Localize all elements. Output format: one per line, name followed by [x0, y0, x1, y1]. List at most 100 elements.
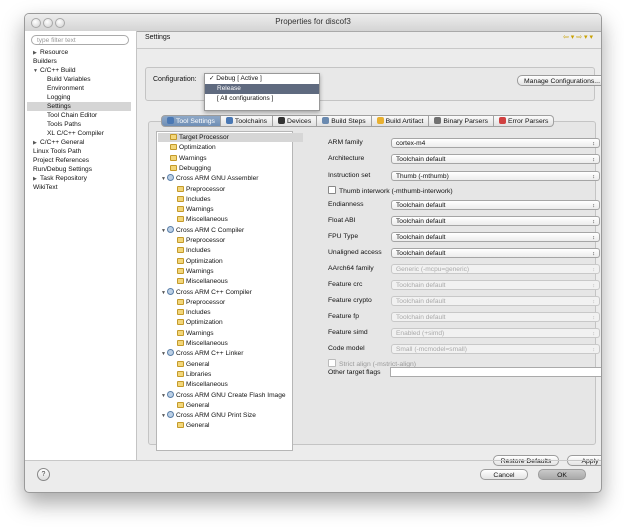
tree-node[interactable]: ▼ Cross ARM GNU Create Flash Image: [161, 390, 286, 400]
property-combo[interactable]: Toolchain default ↕: [391, 200, 600, 210]
property-combo[interactable]: Toolchain default ↕: [391, 216, 600, 226]
config-option-release[interactable]: Release: [205, 84, 319, 94]
sidebar-item-label: Tools Paths: [47, 121, 82, 128]
sidebar-item[interactable]: Run/Debug Settings: [27, 165, 131, 174]
sidebar-item[interactable]: Project References: [27, 156, 131, 165]
tool-gear-icon: [167, 287, 174, 295]
config-option-all[interactable]: [ All configurations ]: [205, 94, 319, 104]
configuration-dropdown-menu[interactable]: ✓ Debug [ Active ] Release [ All configu…: [204, 73, 320, 111]
sidebar-item[interactable]: Logging: [27, 93, 131, 102]
tree-node[interactable]: Target Processor: [158, 133, 303, 142]
tree-node[interactable]: Warnings: [177, 267, 214, 276]
tree-node[interactable]: ▼ Cross ARM GNU Print Size: [161, 411, 256, 420]
tree-node[interactable]: Miscellaneous: [177, 380, 228, 389]
tree-node-label: Optimization: [179, 144, 216, 152]
tree-node[interactable]: Optimization: [177, 257, 223, 266]
help-icon[interactable]: ?: [37, 468, 50, 481]
combo-value: Enabled (+simd): [396, 330, 445, 337]
tree-node[interactable]: Miscellaneous: [177, 339, 228, 348]
combo-value: Generic (-mcpu=generic): [396, 266, 470, 273]
tree-node[interactable]: Warnings: [177, 329, 214, 338]
sidebar-item[interactable]: Tool Chain Editor: [27, 111, 131, 120]
tree-node[interactable]: ▼ Cross ARM C++ Compiler: [161, 287, 252, 297]
tree-node[interactable]: Optimization: [170, 143, 216, 152]
tree-node[interactable]: ▼ Cross ARM GNU Assembler: [161, 174, 258, 183]
tree-node[interactable]: Optimization: [177, 318, 223, 327]
tree-node[interactable]: ▼ Cross ARM C++ Linker: [161, 349, 243, 358]
tree-node[interactable]: Miscellaneous: [177, 215, 228, 224]
property-combo[interactable]: cortex-m4 ↕: [391, 138, 600, 148]
tab-devices[interactable]: Devices: [273, 115, 318, 127]
sidebar-item[interactable]: WikiText: [27, 183, 131, 192]
property-combo[interactable]: Thumb (-mthumb) ↕: [391, 171, 600, 181]
sidebar-item[interactable]: Builders: [27, 57, 131, 66]
ok-button[interactable]: OK: [538, 469, 586, 480]
settings-page-icon: [170, 134, 177, 140]
sidebar-item-label: WikiText: [33, 184, 58, 191]
history-nav-arrows[interactable]: ⇦ ▾ ⇨ ▾ ▾: [563, 33, 593, 41]
settings-page-icon: [170, 164, 177, 171]
header-divider: [137, 48, 601, 49]
tree-node-label: Cross ARM C Compiler: [176, 226, 245, 234]
tree-node[interactable]: Includes: [177, 308, 211, 317]
tab-tool-settings[interactable]: Tool Settings: [161, 115, 221, 127]
other-target-flags-input[interactable]: [390, 367, 601, 377]
tree-node-label: Warnings: [186, 206, 214, 214]
sidebar-item-label: C/C++ Build: [40, 67, 76, 74]
tree-node-label: Cross ARM GNU Create Flash Image: [176, 391, 286, 399]
sidebar-item[interactable]: Linux Tools Path: [27, 147, 131, 156]
property-combo[interactable]: Toolchain default ↕: [391, 154, 600, 164]
manage-configurations-button[interactable]: Manage Configurations...: [517, 75, 601, 86]
cancel-button[interactable]: Cancel: [480, 469, 528, 480]
tab-build-artifact[interactable]: Build Artifact: [371, 115, 430, 127]
tree-node[interactable]: Warnings: [170, 154, 207, 163]
tree-node[interactable]: Preprocessor: [177, 298, 225, 307]
filter-input[interactable]: type filter text: [31, 35, 129, 45]
tree-node[interactable]: Preprocessor: [177, 236, 225, 245]
tree-node[interactable]: Includes: [177, 195, 211, 204]
tree-node[interactable]: Debugging: [170, 164, 211, 173]
tool-gear-icon: [167, 390, 174, 398]
tree-node-label: General: [186, 360, 210, 368]
sidebar-item-label: Builders: [33, 58, 57, 65]
tree-node[interactable]: Warnings: [177, 205, 214, 214]
tab-error-parsers[interactable]: Error Parsers: [493, 115, 555, 127]
sidebar-item-label: Build Variables: [47, 76, 91, 83]
sidebar-item[interactable]: ▶ Resource: [27, 48, 131, 57]
settings-page-icon: [177, 381, 184, 388]
settings-page-icon: [177, 185, 184, 192]
tab-binary-parsers[interactable]: Binary Parsers: [429, 115, 494, 127]
property-combo[interactable]: Toolchain default ↕: [391, 232, 600, 242]
tab-toolchains[interactable]: Toolchains: [220, 115, 274, 127]
tree-node[interactable]: General: [177, 421, 209, 430]
tree-node-label: Cross ARM GNU Assembler: [176, 175, 259, 183]
combo-stepper-icon: ↕: [592, 157, 595, 163]
property-combo[interactable]: Toolchain default ↕: [391, 248, 600, 258]
sidebar-item[interactable]: ▶ C/C++ General: [27, 138, 131, 147]
sidebar-item[interactable]: Environment: [27, 84, 131, 93]
config-option-debug[interactable]: ✓ Debug [ Active ]: [205, 74, 319, 84]
tool-settings-tree: Target Processor Optimization Warnings Debu…: [156, 131, 303, 451]
tree-node-label: Warnings: [186, 329, 214, 337]
tree-node[interactable]: Libraries: [177, 370, 211, 379]
property-label: Code model: [328, 345, 365, 352]
checkbox-icon[interactable]: [328, 186, 336, 194]
tree-node[interactable]: ▼ Cross ARM C Compiler: [161, 225, 245, 235]
tree-node[interactable]: General: [177, 401, 209, 410]
tree-node[interactable]: Includes: [177, 246, 211, 255]
sidebar-item[interactable]: ▶ Task Repository: [27, 174, 131, 183]
property-combo: Toolchain default ↕: [391, 296, 600, 306]
settings-page-icon: [177, 329, 184, 336]
sidebar-item[interactable]: XL C/C++ Compiler: [27, 129, 131, 138]
sidebar-item[interactable]: Tools Paths: [27, 120, 131, 129]
tree-node[interactable]: Preprocessor: [177, 185, 225, 194]
tree-node[interactable]: Miscellaneous: [177, 277, 228, 286]
tree-node-label: General: [186, 401, 210, 409]
property-checkbox[interactable]: Thumb interwork (-mthumb-interwork): [328, 186, 453, 196]
sidebar-item[interactable]: ▼ C/C++ Build: [27, 66, 131, 75]
combo-stepper-icon: ↕: [592, 315, 595, 321]
sidebar-item[interactable]: Settings: [27, 102, 131, 111]
tree-node[interactable]: General: [177, 360, 209, 369]
tab-build-steps[interactable]: Build Steps: [317, 115, 372, 127]
sidebar-item[interactable]: Build Variables: [27, 75, 131, 84]
